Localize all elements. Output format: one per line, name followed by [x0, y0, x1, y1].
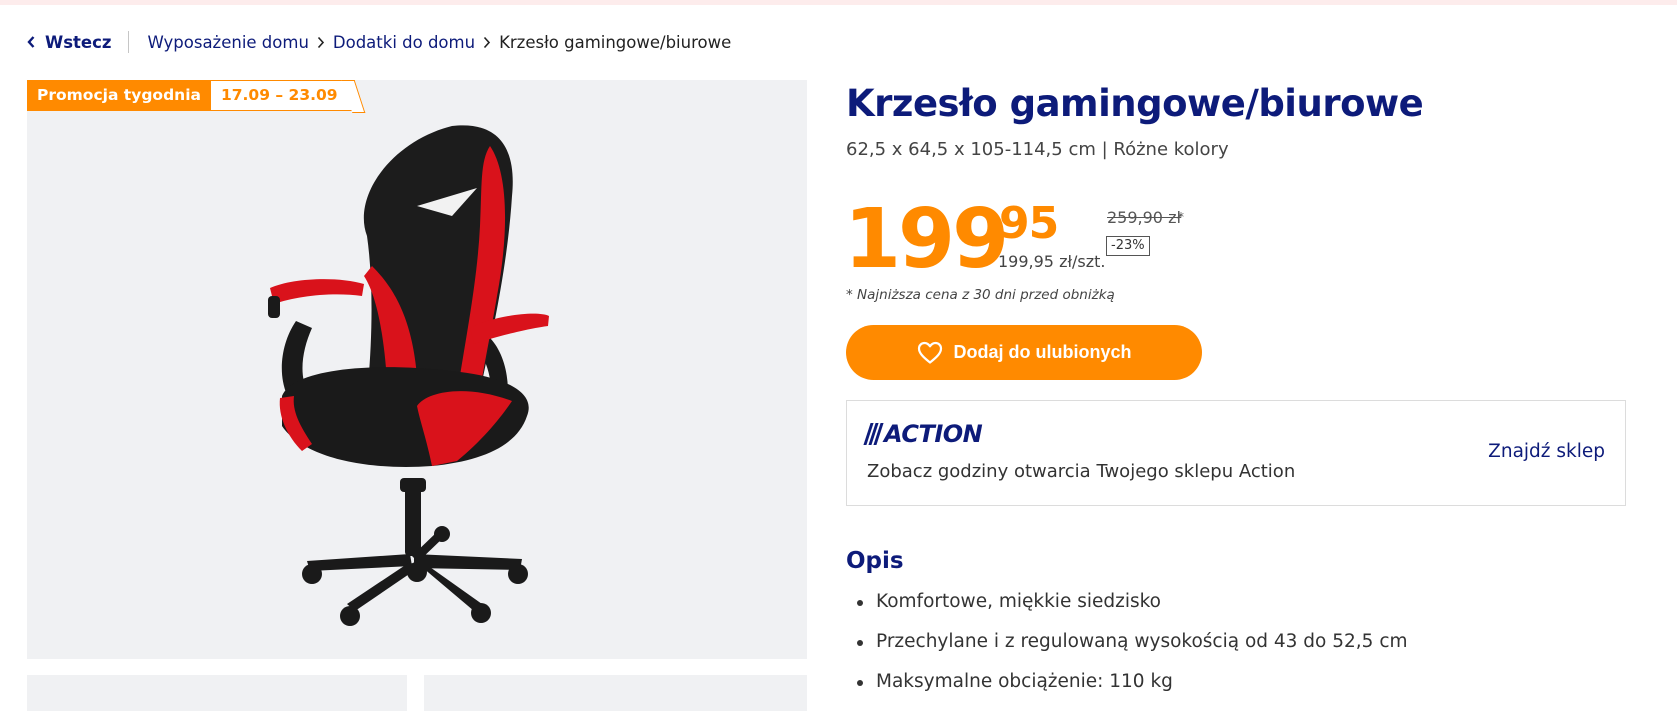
store-finder-card: ACTION Zobacz godziny otwarcia Twojego s…	[846, 400, 1626, 506]
chevron-right-icon	[483, 36, 491, 49]
chevron-right-icon	[317, 36, 325, 49]
promo-badge: Promocja tygodnia 17.09 – 23.09	[27, 80, 354, 111]
add-to-favorites-label: Dodaj do ulubionych	[953, 342, 1132, 362]
office-chair-image	[268, 125, 549, 626]
product-image-main[interactable]: Promocja tygodnia 17.09 – 23.09	[27, 80, 807, 659]
lowest-price-note: * Najniższa cena z 30 dni przed obniżką	[846, 287, 1115, 303]
breadcrumb: Wstecz Wyposażenie domu Dodatki do domu …	[27, 30, 731, 54]
feature-list: Komfortowe, miękkie siedzisko Przechylan…	[846, 590, 1408, 710]
heart-outline-icon	[917, 341, 942, 364]
old-price-footnote-mark: *	[1178, 210, 1184, 224]
promo-dates: 17.09 – 23.09	[210, 80, 354, 111]
chevron-left-icon	[27, 36, 35, 48]
back-label: Wstecz	[45, 32, 112, 52]
price-decimal: 95	[999, 198, 1059, 249]
unit-price: 199,95 zł/szt.	[998, 252, 1106, 271]
feature-item: Przechylane i z regulowaną wysokością od…	[846, 630, 1408, 670]
breadcrumb-item-home-accessories[interactable]: Dodatki do domu	[333, 33, 475, 52]
top-strip	[0, 0, 1677, 5]
action-logo: ACTION	[863, 420, 983, 448]
back-link[interactable]: Wstecz	[27, 33, 111, 52]
discount-badge: -23%	[1106, 236, 1150, 256]
old-price: 259,90 zł	[1107, 208, 1182, 227]
product-thumbnail[interactable]	[27, 675, 407, 711]
feature-item: Maksymalne obciążenie: 110 kg	[846, 670, 1408, 710]
breadcrumb-divider	[128, 31, 130, 53]
find-store-link[interactable]: Znajdź sklep	[1488, 441, 1605, 462]
product-thumbnail[interactable]	[424, 675, 807, 711]
promo-label: Promocja tygodnia	[27, 80, 211, 111]
product-title: Krzesło gamingowe/biurowe	[846, 82, 1424, 125]
breadcrumb-current: Krzesło gamingowe/biurowe	[499, 32, 732, 52]
product-subtitle: 62,5 x 64,5 x 105-114,5 cm | Różne kolor…	[846, 139, 1229, 160]
store-hours-text: Zobacz godziny otwarcia Twojego sklepu A…	[867, 461, 1296, 482]
logo-stripes	[863, 423, 884, 445]
breadcrumb-item-home-furnishing[interactable]: Wyposażenie domu	[147, 33, 308, 52]
add-to-favorites-button[interactable]: Dodaj do ulubionych	[846, 325, 1202, 380]
feature-item: Komfortowe, miękkie siedzisko	[846, 590, 1408, 630]
price-integer: 199	[844, 192, 1009, 287]
description-heading: Opis	[846, 548, 904, 574]
